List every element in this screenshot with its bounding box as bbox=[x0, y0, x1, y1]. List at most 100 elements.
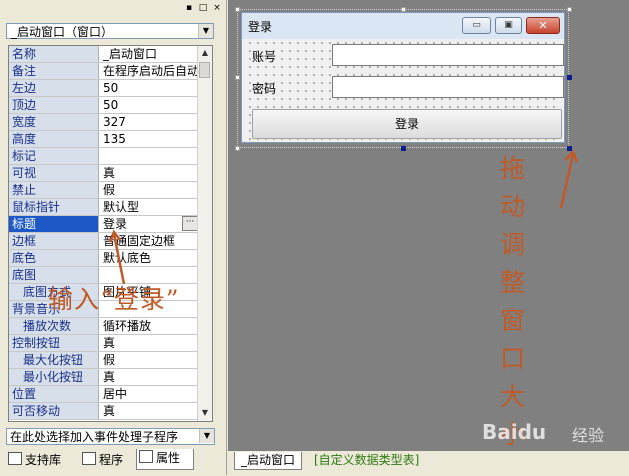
input-hint-annotation: 输入“登录” bbox=[48, 285, 180, 314]
resize-handle-top-left[interactable] bbox=[235, 7, 240, 12]
property-value[interactable]: 假 bbox=[101, 182, 198, 198]
tab-label: 属性 bbox=[156, 451, 181, 465]
resize-handle-left[interactable] bbox=[235, 75, 240, 80]
property-value[interactable]: 假 bbox=[101, 352, 198, 368]
property-row[interactable]: 最小化按钮真 bbox=[9, 369, 198, 386]
input-arrow-icon bbox=[108, 229, 126, 285]
password-label: 密码 bbox=[252, 82, 277, 96]
property-row[interactable]: 顶边 50 bbox=[9, 97, 198, 114]
library-icon bbox=[8, 452, 22, 465]
watermark-brand: Baidu bbox=[482, 420, 547, 444]
property-name: 播放次数 bbox=[9, 318, 99, 334]
property-name: 标题 bbox=[9, 216, 99, 232]
tab-program[interactable]: 程序 bbox=[80, 451, 123, 469]
scroll-thumb[interactable] bbox=[199, 62, 210, 78]
panel-restore-button[interactable]: □ bbox=[198, 3, 208, 13]
resize-handle-top-right[interactable] bbox=[567, 7, 572, 12]
property-name: 备注 bbox=[9, 63, 99, 79]
property-row[interactable]: 位置 居中 bbox=[9, 386, 198, 403]
chevron-down-icon[interactable]: ▼ bbox=[199, 429, 214, 443]
property-name: 宽度 bbox=[9, 114, 99, 130]
property-value[interactable]: 135 bbox=[101, 131, 198, 147]
maximize-icon[interactable]: ▣ bbox=[495, 17, 522, 34]
resize-handle-bottom[interactable] bbox=[401, 146, 406, 151]
event-selector-value: 在此处选择加入事件处理子程序 bbox=[10, 430, 179, 444]
login-button[interactable]: 登录 bbox=[252, 109, 562, 139]
property-row[interactable]: 宽度 327 bbox=[9, 114, 198, 131]
tab-startup-window[interactable]: _启动窗口 bbox=[234, 452, 303, 470]
chevron-down-icon[interactable]: ▼ bbox=[198, 24, 213, 38]
property-value[interactable]: 50 bbox=[101, 80, 198, 96]
panel-menu-button[interactable]: ▪ bbox=[184, 3, 194, 13]
close-icon[interactable]: ✕ bbox=[526, 17, 560, 34]
resize-handle-bottom-left[interactable] bbox=[235, 146, 240, 151]
form-client-area: 账号 密码 登录 bbox=[246, 39, 564, 140]
property-value[interactable]: _启动窗口 bbox=[101, 46, 198, 62]
property-value[interactable]: 循环播放 bbox=[101, 318, 198, 334]
properties-icon bbox=[139, 450, 153, 463]
tab-custom-data-types[interactable]: [自定义数据类型表] bbox=[308, 452, 425, 469]
property-name: 鼠标指针 bbox=[9, 199, 99, 215]
object-selector[interactable]: _启动窗口（窗口） ▼ bbox=[6, 23, 214, 39]
property-name: 最小化按钮 bbox=[9, 369, 99, 385]
property-name: 可否移动 bbox=[9, 403, 99, 419]
property-value[interactable]: 居中 bbox=[101, 386, 198, 402]
tab-label: 支持库 bbox=[25, 453, 62, 467]
form-titlebar[interactable]: 登录 ▭ ▣ ✕ bbox=[242, 13, 564, 39]
property-row[interactable]: 最大化按钮假 bbox=[9, 352, 198, 369]
property-value[interactable]: 50 bbox=[101, 97, 198, 113]
property-row[interactable]: 可否移动真 bbox=[9, 403, 198, 420]
object-selector-value: _启动窗口（窗口） bbox=[11, 25, 114, 39]
program-icon bbox=[82, 452, 96, 465]
property-row[interactable]: 标记 bbox=[9, 148, 198, 165]
property-name: 控制按钮 bbox=[9, 335, 99, 351]
property-row[interactable]: 控制按钮真 bbox=[9, 335, 198, 352]
property-name: 名称 bbox=[9, 46, 99, 62]
ellipsis-button[interactable]: ··· bbox=[182, 216, 198, 231]
property-scrollbar[interactable]: ▲ ▼ bbox=[197, 46, 212, 421]
panel-close-button[interactable]: × bbox=[212, 3, 222, 13]
scroll-up-icon[interactable]: ▲ bbox=[198, 46, 212, 60]
property-row[interactable]: 备注 在程序启动后自动 bbox=[9, 63, 198, 80]
form-designer-canvas: 登录 ▭ ▣ ✕ 账号 密码 登录 bbox=[228, 0, 629, 450]
watermark-label: 经验 bbox=[572, 426, 605, 445]
minimize-icon[interactable]: ▭ bbox=[462, 17, 491, 34]
property-row[interactable]: 播放次数 循环播放 bbox=[9, 318, 198, 335]
property-name: 标记 bbox=[9, 148, 99, 164]
property-value[interactable]: 在程序启动后自动 bbox=[101, 63, 198, 79]
panel-titlebar: ▪ □ × bbox=[0, 0, 226, 18]
tab-support-library[interactable]: 支持库 bbox=[6, 451, 61, 469]
panel-tab-bar: 支持库 程序 属性 bbox=[0, 449, 226, 475]
property-row[interactable]: 标题 登录 ··· bbox=[9, 216, 198, 233]
property-row[interactable]: 底色 默认底色 bbox=[9, 250, 198, 267]
account-field[interactable] bbox=[332, 44, 564, 66]
login-form-window[interactable]: 登录 ▭ ▣ ✕ 账号 密码 登录 bbox=[241, 12, 565, 143]
account-label: 账号 bbox=[252, 50, 277, 64]
event-selector[interactable]: 在此处选择加入事件处理子程序 ▼ bbox=[6, 428, 215, 445]
resize-handle-right[interactable] bbox=[567, 75, 572, 80]
property-value[interactable]: 真 bbox=[101, 165, 198, 181]
property-value[interactable]: 327 bbox=[101, 114, 198, 130]
property-row[interactable]: 名称 _启动窗口 bbox=[9, 46, 198, 63]
property-name: 左边 bbox=[9, 80, 99, 96]
drag-hint-annotation: 拖动调整窗口大小 bbox=[500, 154, 526, 449]
property-name: 顶边 bbox=[9, 97, 99, 113]
tab-properties[interactable]: 属性 bbox=[136, 449, 194, 470]
property-name: 高度 bbox=[9, 131, 99, 147]
tab-label: 程序 bbox=[99, 453, 124, 467]
form-title: 登录 bbox=[248, 20, 273, 34]
property-value[interactable]: 真 bbox=[101, 369, 198, 385]
property-row[interactable]: 高度 135 bbox=[9, 131, 198, 148]
property-row[interactable]: 禁止假 bbox=[9, 182, 198, 199]
drag-arrow-icon bbox=[559, 149, 579, 209]
password-field[interactable] bbox=[332, 76, 564, 98]
property-value[interactable]: 真 bbox=[101, 403, 198, 419]
property-row[interactable]: 左边 50 bbox=[9, 80, 198, 97]
property-row[interactable]: 可视真 bbox=[9, 165, 198, 182]
property-value[interactable]: 默认型 bbox=[101, 199, 198, 215]
property-row[interactable]: 鼠标指针 默认型 bbox=[9, 199, 198, 216]
scroll-down-icon[interactable]: ▼ bbox=[198, 406, 212, 420]
property-value[interactable] bbox=[101, 148, 198, 164]
property-row[interactable]: 边框 普通固定边框 bbox=[9, 233, 198, 250]
property-value[interactable]: 真 bbox=[101, 335, 198, 351]
